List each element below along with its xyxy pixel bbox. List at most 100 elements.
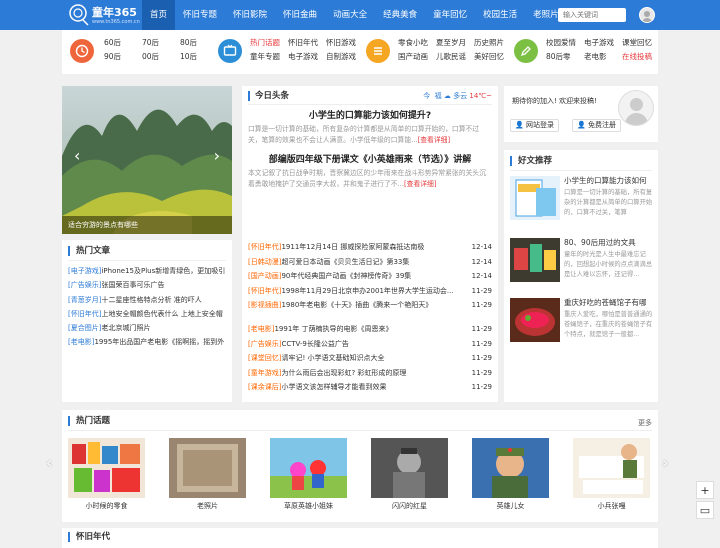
news-title[interactable]: 1991年 丁荫楠执导的电影《周恩来》 [274,325,392,333]
nav-nostalgia-cinema[interactable]: 怀旧影院 [225,0,275,30]
category-link[interactable]: 电子游戏 [288,52,326,62]
news-title[interactable]: 1980年老电影《十天》插曲《腾来一个艳阳天》 [281,301,432,309]
article-tag[interactable]: [青葱岁月] [68,296,101,304]
add-icon[interactable]: + [696,481,714,499]
article-tag[interactable]: [老电影] [68,338,94,346]
news-tag[interactable]: [课堂回忆] [248,354,281,362]
article-tag[interactable]: [怀旧年代] [68,310,101,318]
image-slider[interactable]: ‹ › 适合穷游的景点有哪些 [62,86,232,234]
topic-image[interactable] [169,438,246,498]
list-item[interactable]: [怀旧年代]1998年11月29日北京申办2001年世界大学生运动会... 11-… [248,284,492,299]
list-item[interactable]: [广告娱乐]张国荣百事可乐广告 [68,278,228,292]
list-item[interactable]: [电子游戏]iPhone15及Plus新增青绿色，更加吸引 [68,264,228,278]
category-link[interactable]: 课堂回忆 [622,38,660,48]
topic-item[interactable]: 闪闪的红星 [371,438,448,518]
recommend-item-title[interactable]: 小学生的口算能力该如何 [564,176,654,186]
article-tag[interactable]: [夏合图片] [68,324,101,332]
category-link[interactable]: 怀旧游戏 [326,38,364,48]
topic-item[interactable]: 草原英雄小姐妹 [270,438,347,518]
category-link[interactable]: 国产动画 [398,52,436,62]
list-item[interactable]: [青葱岁月]十二星座性格特点分析 准的吓人 [68,293,228,307]
category-link[interactable]: 童年专题 [250,52,288,62]
news-title[interactable]: 小学语文该怎样辅导才能看到效果 [281,383,386,391]
news-tag[interactable]: [日韩动漫] [248,258,281,266]
category-link[interactable]: 自制游戏 [326,52,364,62]
article-title[interactable]: 1995年出品国产老电影《摇啊摇，摇到外 [94,338,224,346]
lead-more-link[interactable]: [查看详细] [404,180,437,188]
category-link[interactable]: 10后 [180,52,218,62]
category-link[interactable]: 70后 [142,38,180,48]
slider-caption[interactable]: 适合穷游的景点有哪些 [62,216,232,234]
nav-home[interactable]: 首页 [142,0,176,30]
category-link[interactable]: 校园爱情 [546,38,584,48]
news-title[interactable]: 90年代经典国产动画《封神榜传奇》39集 [281,272,411,280]
article-title[interactable]: 十二星座性格特点分析 准的吓人 [101,296,201,304]
recommend-item[interactable]: 小学生的口算能力该如何 口算是一切计算的基础，所有复杂的计算都是从简单的口算开始… [510,176,654,224]
topic-item[interactable]: 小兵张嘎 [573,438,650,518]
news-tag[interactable]: [广告娱乐] [248,340,281,348]
recommend-thumbnail[interactable] [510,176,560,220]
category-link[interactable]: 60后 [104,38,142,48]
article-title[interactable]: 老北京城门照片 [101,324,150,332]
topic-item[interactable]: 老照片 [169,438,246,518]
nav-nostalgia-topics[interactable]: 怀旧专题 [175,0,225,30]
category-link[interactable]: 00后 [142,52,180,62]
news-title[interactable]: 1911年12月14日 挪威探险家阿蒙森抵达南极 [281,243,424,251]
topics-prev-arrow[interactable]: ‹ [46,453,52,472]
article-title[interactable]: 上地安全帽颜色代表什么 上地上安全帽 [101,310,222,318]
category-link[interactable]: 热门话题 [250,38,288,48]
news-title[interactable]: CCTV-9长隆公益广告 [281,340,348,348]
recommend-item-title[interactable]: 重庆好吃的苍蝇馆子有哪 [564,298,654,308]
article-title[interactable]: 张国荣百事可乐广告 [101,281,164,289]
topic-image[interactable] [270,438,347,498]
recommend-item[interactable]: 80、90后用过的文具 童年的时光是人生中最难忘记的，回想起小时候的点点滴滴总是… [510,238,654,286]
slider-next-arrow[interactable]: › [214,146,220,165]
list-item[interactable]: [日韩动漫]超可爱日本动画《贝贝生活日记》第33集 12-14 [248,255,492,270]
user-avatar[interactable] [639,7,655,23]
recommend-item[interactable]: 重庆好吃的苍蝇馆子有哪 重庆人爱吃，哪怕是普普通通的苍蝇馆子，在重庆的苍蝇馆子有… [510,298,654,346]
news-title[interactable]: 为什么雨后会出现彩虹? 彩虹形成的原理 [281,369,406,377]
category-link[interactable]: 儿歌民谣 [436,52,474,62]
article-tag[interactable]: [广告娱乐] [68,281,101,289]
category-link[interactable]: 80后 [180,38,218,48]
list-item[interactable]: [老电影]1995年出品国产老电影《摇啊摇，摇到外 [68,335,228,349]
nav-food[interactable]: 经典美食 [375,0,425,30]
category-link[interactable]: 怀旧年代 [288,38,326,48]
recommend-thumbnail[interactable] [510,238,560,282]
news-tag[interactable]: [怀旧年代] [248,243,281,251]
topic-label[interactable]: 小时候的零食 [68,501,145,511]
category-link[interactable]: 美好回忆 [474,52,512,62]
topic-label[interactable]: 英雄儿女 [472,501,549,511]
category-link[interactable]: 80后零 [546,52,584,62]
list-item[interactable]: [影视插曲]1980年老电影《十天》插曲《腾来一个艳阳天》 11-29 [248,298,492,313]
topic-item[interactable]: 英雄儿女 [472,438,549,518]
list-item[interactable]: [怀旧年代]上地安全帽颜色代表什么 上地上安全帽 [68,307,228,321]
news-title[interactable]: 请牢记! 小学语文基础知识点大全 [281,354,384,362]
category-link-submit[interactable]: 在线投稿 [622,52,660,62]
nav-animation[interactable]: 动画大全 [325,0,375,30]
category-link[interactable]: 老电影 [584,52,622,62]
news-tag[interactable]: [国产动画] [248,272,281,280]
list-item[interactable]: [课余课后]小学语文该怎样辅导才能看到效果 11-29 [248,380,492,395]
topic-label[interactable]: 老照片 [169,501,246,511]
news-tag[interactable]: [影视插曲] [248,301,281,309]
register-button[interactable]: 👤 免费注册 [572,119,621,132]
nav-childhood[interactable]: 童年回忆 [425,0,475,30]
lead-more-link[interactable]: [查看详细] [418,136,451,144]
window-icon[interactable]: ▭ [696,501,714,519]
topics-next-arrow[interactable]: › [662,453,668,472]
nav-nostalgia-songs[interactable]: 怀旧金曲 [275,0,325,30]
topic-label[interactable]: 闪闪的红星 [371,501,448,511]
recommend-thumbnail[interactable] [510,298,560,342]
news-tag[interactable]: [童年游戏] [248,369,281,377]
site-logo[interactable]: 童年365 www.tn365.com.cn [68,2,140,28]
lead-headline-1[interactable]: 小学生的口算能力该如何提升? [248,108,492,121]
list-item[interactable]: [国产动画]90年代经典国产动画《封神榜传奇》39集 12-14 [248,269,492,284]
topic-label[interactable]: 小兵张嘎 [573,501,650,511]
nav-campus[interactable]: 校园生活 [475,0,525,30]
search-input[interactable] [558,8,626,22]
news-tag[interactable]: [老电影] [248,325,274,333]
category-link[interactable]: 电子游戏 [584,38,622,48]
topic-label[interactable]: 草原英雄小姐妹 [270,501,347,511]
list-item[interactable]: [老电影]1991年 丁荫楠执导的电影《周恩来》 11-29 [248,322,492,337]
